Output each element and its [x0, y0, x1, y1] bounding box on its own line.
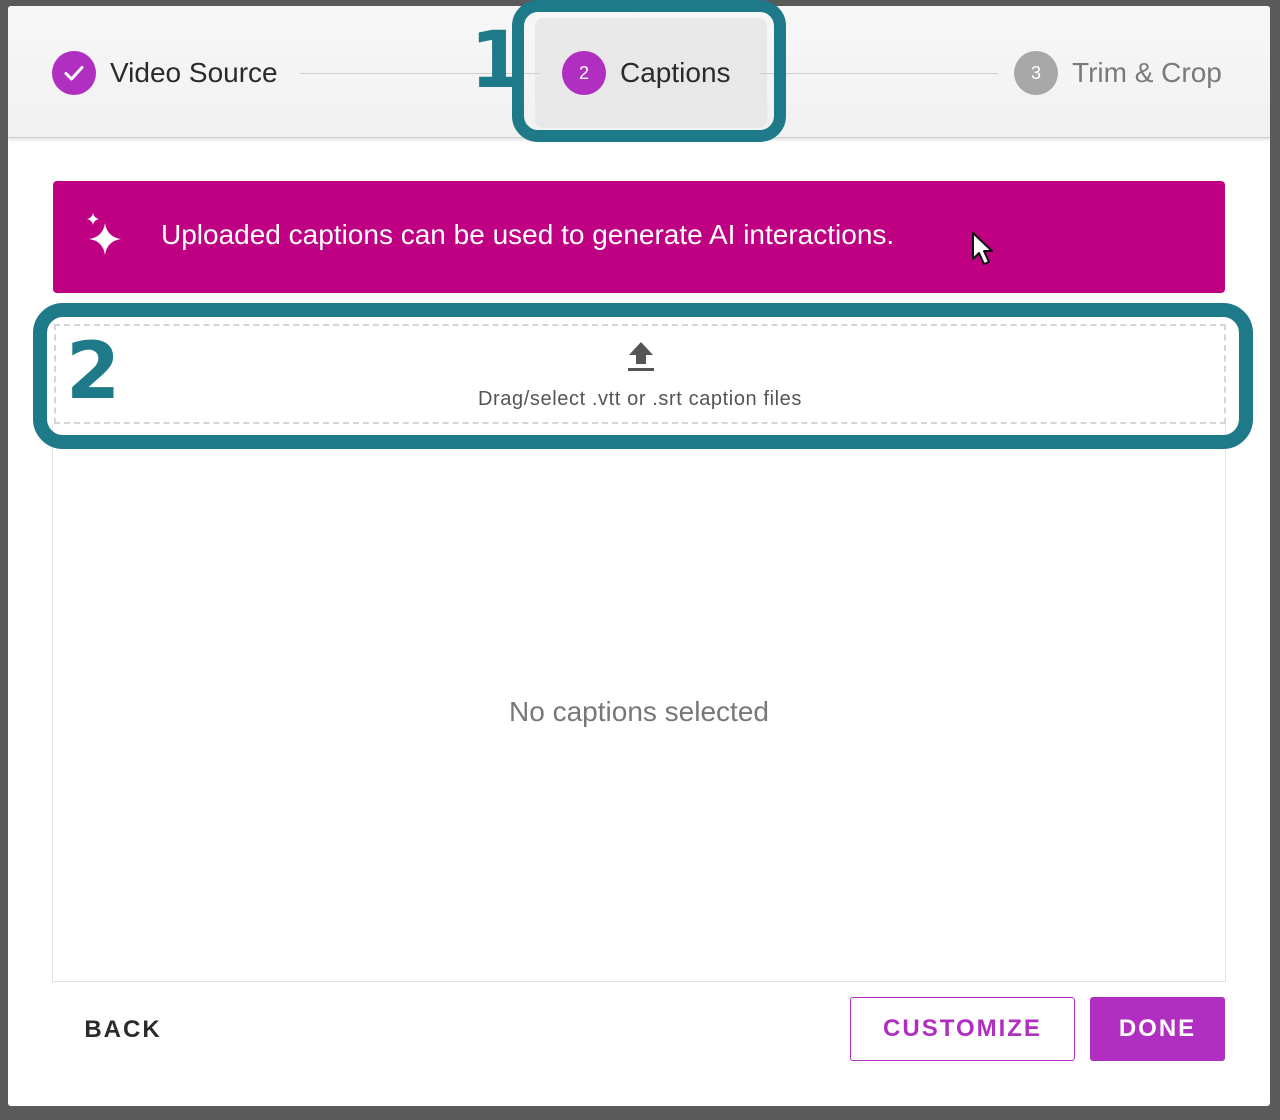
step-label: Trim & Crop [1072, 57, 1222, 88]
step-connector [760, 73, 998, 74]
ai-info-banner: Uploaded captions can be used to generat… [53, 181, 1225, 293]
banner-message: Uploaded captions can be used to generat… [161, 219, 895, 250]
done-button[interactable]: DONE [1090, 997, 1225, 1061]
captions-dialog: Video Source 2 Captions 3 Trim & Crop Up… [8, 6, 1270, 1106]
mouse-cursor-icon [972, 232, 993, 265]
step-trim-crop[interactable]: 3 Trim & Crop [1014, 50, 1222, 96]
captions-list: No captions selected [52, 424, 1226, 982]
callout-number-1: 1 [470, 16, 525, 106]
callout-highlight-dropzone [33, 303, 1253, 449]
check-icon [64, 66, 84, 81]
step-video-source[interactable]: Video Source [52, 50, 278, 96]
callout-number-2: 2 [66, 327, 121, 417]
step-complete-circle [52, 51, 96, 95]
back-button[interactable]: BACK [68, 998, 178, 1062]
step-number-badge: 3 [1014, 51, 1058, 95]
customize-button[interactable]: CUSTOMIZE [850, 997, 1075, 1061]
empty-state-text: No captions selected [509, 696, 769, 727]
sparkle-icon [87, 213, 121, 255]
callout-highlight-captions-step [512, 0, 786, 142]
step-label: Video Source [110, 57, 278, 88]
